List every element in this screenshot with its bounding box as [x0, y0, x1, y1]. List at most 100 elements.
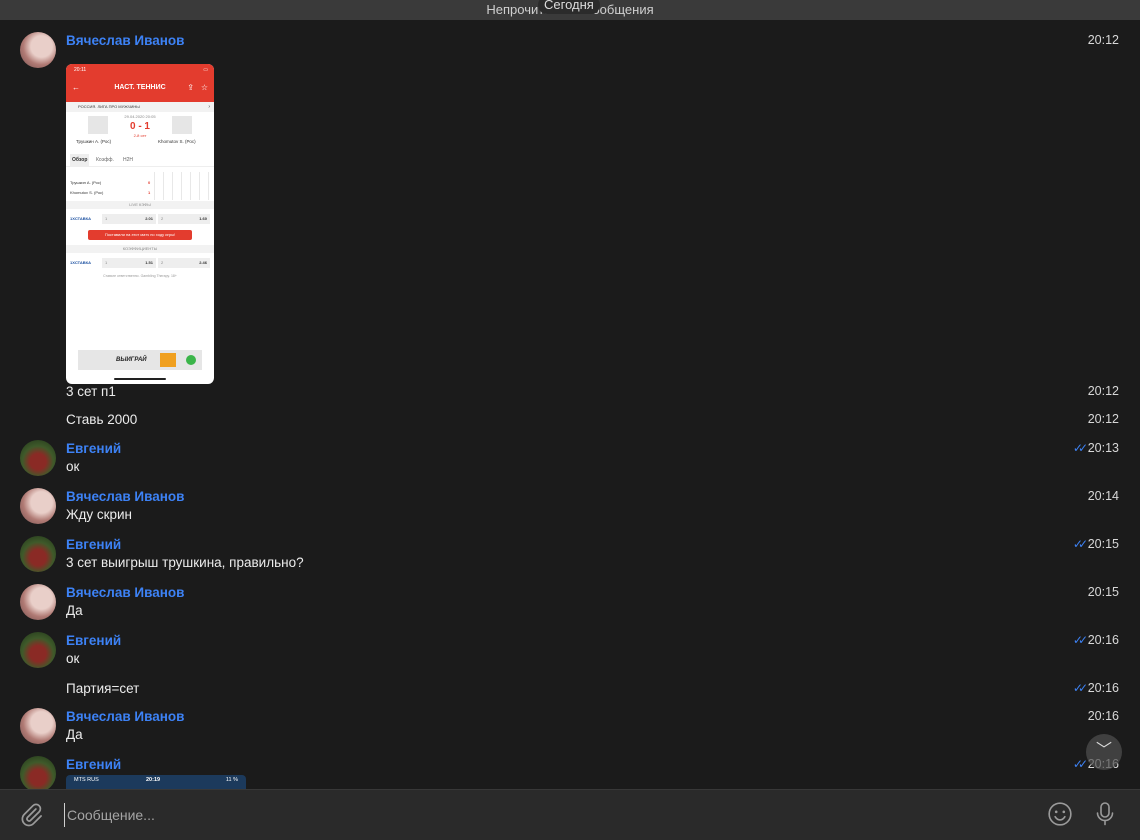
- message-time: 20:16: [1087, 709, 1119, 723]
- avatar[interactable]: [20, 584, 56, 620]
- message-text: 3 сет выигрыш трушкина, правильно?: [66, 555, 304, 570]
- emoji-button[interactable]: [1047, 801, 1073, 827]
- tab-overview: Обзор: [70, 154, 90, 166]
- chevron-right-icon: ›: [208, 104, 210, 110]
- sender-name[interactable]: Евгений: [66, 537, 121, 552]
- responsible-gambling-note: Ставьте ответственно. Gambling Therapy. …: [103, 274, 177, 278]
- photo-attachment[interactable]: 20:11 ▭ ← НАСТ. ТЕННИС ⇪ ☆ РОССИЯ. ЛИГА …: [66, 64, 214, 384]
- odd-2: 2 2.46: [158, 258, 210, 268]
- match-card: 29.04.2020 20:05 0 - 1 2-й сет Трушкин А…: [66, 112, 214, 152]
- row2-score: 1: [148, 190, 151, 195]
- message-composer: [0, 789, 1140, 840]
- set-label: 2-й сет: [133, 133, 147, 138]
- message-text: ок: [66, 651, 80, 666]
- score-table: Трушкин А. (Рос) 0 Khomutov S. (Рос) 1: [66, 172, 214, 200]
- odds-section: КОЭФФИЦИЕНТЫ: [66, 245, 214, 253]
- live-odd-2: 2 1.60: [158, 214, 210, 224]
- message-time: 20:15: [1087, 537, 1119, 551]
- league-row: РОССИЯ. ЛИГА ПРО МУЖЧИНЫ ›: [66, 102, 214, 112]
- message-time: 20:13: [1087, 441, 1119, 455]
- message-feed[interactable]: Вячеслав Иванов 20:12 20:11 ▭ ← НАСТ. ТЕ…: [0, 20, 1140, 789]
- message-text: Да: [66, 603, 83, 618]
- live-odds-row: 1XСТАВКА 1 2.01 2 1.60: [70, 214, 210, 224]
- chevron-down-icon: ﹀: [1095, 742, 1112, 759]
- avatar[interactable]: [20, 536, 56, 572]
- read-checkmarks-icon: ✓✓: [1072, 757, 1088, 771]
- live-odd-2-value: 1.60: [199, 216, 207, 221]
- sender-name[interactable]: Евгений: [66, 633, 121, 648]
- message-time: 20:12: [1087, 33, 1119, 47]
- read-checkmarks-icon: ✓✓: [1072, 633, 1088, 647]
- read-checkmarks-icon: ✓✓: [1072, 681, 1088, 695]
- phone-tabs: Обзор Коэфф. H2H: [66, 154, 214, 167]
- battery-level: 11 %: [225, 777, 238, 783]
- date-pill: Сегодня: [538, 0, 600, 14]
- message-time: 20:16: [1087, 633, 1119, 647]
- avatar[interactable]: [20, 488, 56, 524]
- message-text: Жду скрин: [66, 507, 133, 522]
- message-text: 3 сет п1: [66, 384, 116, 399]
- status-time: 20:19: [146, 777, 161, 783]
- sender-name[interactable]: Вячеслав Иванов: [66, 709, 184, 724]
- message-input[interactable]: [64, 803, 969, 827]
- live-odd-1-value: 2.01: [145, 216, 153, 221]
- player1-name: Трушкин А. (Рос): [76, 139, 112, 144]
- go-icon: [186, 355, 196, 365]
- star-icon: ☆: [200, 83, 208, 92]
- odd-1-value: 1.51: [145, 260, 153, 265]
- scroll-to-bottom-button[interactable]: ﹀: [1086, 734, 1122, 770]
- unread-banner: Непрочитанные сообщения Сегодня: [0, 0, 1140, 20]
- message-time: 20:12: [1087, 412, 1119, 426]
- live-odds-section: LIVE КЭФЫ: [66, 201, 214, 209]
- paperclip-icon: [21, 803, 42, 827]
- share-icon: ⇪: [187, 83, 194, 92]
- message-time: 20:12: [1087, 384, 1119, 398]
- message-text: Да: [66, 727, 83, 742]
- score-grid: [146, 172, 212, 200]
- message-time: 20:14: [1087, 489, 1119, 503]
- sender-name[interactable]: Вячеслав Иванов: [66, 585, 184, 600]
- read-checkmarks-icon: ✓✓: [1072, 537, 1088, 551]
- sender-name[interactable]: Вячеслав Иванов: [66, 489, 184, 504]
- voice-message-button[interactable]: [1093, 801, 1117, 827]
- carrier-label: MTS RUS: [74, 777, 99, 783]
- ad-banner: ВЫИГРАЙ: [78, 350, 202, 370]
- phone-status-bar: 20:11 ▭: [66, 64, 214, 76]
- status-time: 20:11: [74, 67, 87, 73]
- match-score: 0 - 1: [129, 121, 150, 132]
- live-odd-1: 1 2.01: [102, 214, 156, 224]
- bet-banner: Поставили на этот матч по ходу игры!: [88, 230, 192, 240]
- player2-name: Khomutov S. (Рос): [158, 139, 196, 144]
- sender-name[interactable]: Евгений: [66, 441, 121, 456]
- odds-row: 1XСТАВКА 1 1.51 2 2.46: [70, 258, 210, 268]
- attach-button[interactable]: [18, 802, 44, 828]
- emoji-icon: [1048, 802, 1072, 826]
- odd-2-value: 2.46: [199, 260, 207, 265]
- photo-attachment[interactable]: MTS RUS 20:19 11 %: [66, 775, 246, 789]
- message-text: Партия=сет: [66, 681, 140, 696]
- odd-1: 1 1.51: [102, 258, 156, 268]
- photo-attachment-wrap: MTS RUS 20:19 11 %: [0, 775, 1140, 789]
- row1-score: 0: [148, 180, 151, 185]
- tab-odds: Коэфф.: [96, 157, 114, 163]
- league-name: РОССИЯ. ЛИГА ПРО МУЖЧИНЫ: [78, 104, 140, 109]
- battery-icon: ▭: [203, 67, 208, 73]
- avatar[interactable]: [20, 440, 56, 476]
- sender-name[interactable]: Вячеслав Иванов: [66, 33, 184, 48]
- avatar[interactable]: [20, 708, 56, 744]
- row1-name: Трушкин А. (Рос): [70, 180, 102, 185]
- home-indicator: [114, 378, 166, 380]
- message-text: Ставь 2000: [66, 412, 138, 427]
- phone-header: ← НАСТ. ТЕННИС ⇪ ☆: [66, 76, 214, 102]
- read-checkmarks-icon: ✓✓: [1072, 441, 1088, 455]
- message-time: 20:16: [1087, 681, 1119, 695]
- message-time: 20:15: [1087, 585, 1119, 599]
- avatar[interactable]: [20, 632, 56, 668]
- sender-name[interactable]: Евгений: [66, 757, 121, 772]
- ad-box-icon: [160, 353, 176, 367]
- bookmaker-logo: 1XСТАВКА: [70, 260, 91, 265]
- avatar[interactable]: [20, 32, 56, 68]
- microphone-icon: [1096, 802, 1114, 826]
- message-text: ок: [66, 459, 80, 474]
- bookmaker-logo: 1XСТАВКА: [70, 216, 91, 221]
